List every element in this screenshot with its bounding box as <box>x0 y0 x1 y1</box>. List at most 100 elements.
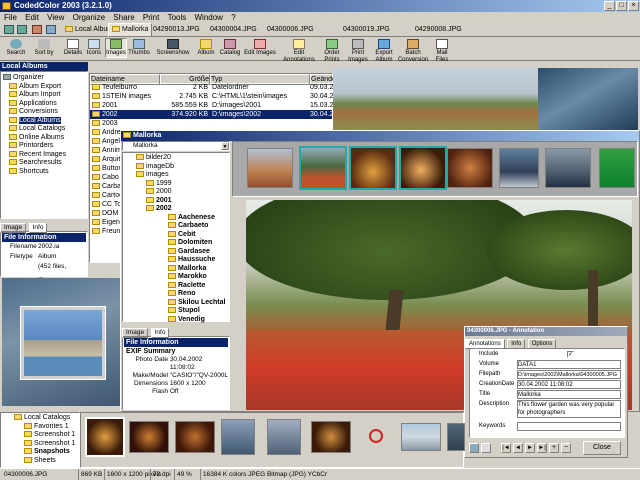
dialog-icon-1[interactable] <box>469 443 479 453</box>
menu-help[interactable]: ? <box>231 13 235 22</box>
preview-thumbnail[interactable] <box>20 306 106 380</box>
thumbnail[interactable] <box>349 146 397 190</box>
tree-item[interactable]: Marokko <box>124 273 228 282</box>
tree-item[interactable]: Album Import <box>3 91 85 100</box>
tree-item[interactable]: 2000 <box>124 188 228 197</box>
mail-files-button[interactable]: Mail Files <box>430 39 454 64</box>
last-record-icon[interactable]: ►| <box>537 443 547 453</box>
thumbnail[interactable] <box>175 421 215 453</box>
album-button[interactable]: Album <box>196 39 216 57</box>
add-record-icon[interactable]: + <box>549 443 559 453</box>
thumbnail[interactable] <box>221 419 255 455</box>
thumbnail[interactable] <box>85 417 125 457</box>
thumbnail[interactable] <box>267 419 301 455</box>
tree-item[interactable]: Gardasee <box>124 248 228 257</box>
next-record-icon[interactable]: ► <box>525 443 535 453</box>
nav-back-icon[interactable] <box>4 25 14 34</box>
close-dialog-button[interactable]: Close <box>583 441 621 455</box>
tree-item[interactable]: Venedig <box>124 316 228 325</box>
tree-item[interactable]: Carbaeto <box>124 222 228 231</box>
thumbnail[interactable] <box>129 421 169 453</box>
thumbnail[interactable] <box>599 148 635 188</box>
tree-item[interactable]: Recent Images <box>3 151 85 160</box>
thumbnail[interactable] <box>447 148 493 188</box>
tree-item[interactable]: Screenshot 1 <box>2 431 78 440</box>
tree-item[interactable]: Screenshot 1 <box>2 440 78 449</box>
tree-item[interactable]: Online Albums <box>3 134 85 143</box>
tree-item[interactable]: bilder20 <box>124 154 228 163</box>
tree-item[interactable]: 2001 <box>124 197 228 206</box>
description-field[interactable]: This flower garden was very popular for … <box>517 400 621 418</box>
catalog-button[interactable]: Catalog <box>218 39 242 57</box>
tree-item[interactable]: Shortcuts <box>3 168 85 177</box>
print-images-button[interactable]: Print Images <box>346 39 370 64</box>
prev-record-icon[interactable]: ◄ <box>513 443 523 453</box>
keywords-field[interactable] <box>517 422 621 431</box>
tree-item[interactable]: Haussuche <box>124 256 228 265</box>
thumbnail[interactable] <box>399 146 447 190</box>
tree-item[interactable]: Applications <box>3 100 85 109</box>
tab-info[interactable]: Info <box>28 223 48 233</box>
dialog-icon-2[interactable] <box>481 443 491 453</box>
menu-print[interactable]: Print <box>143 13 159 22</box>
file-row[interactable]: Teufelburro 2 KB Datelordner 09.03.2 <box>90 83 333 92</box>
file-row[interactable]: 1STEIN images 2.745 KB C:\HTML\1\stein\ima… <box>90 92 333 101</box>
tree-item[interactable]: Organizer <box>3 74 85 83</box>
tree-item-selected[interactable]: Local Albums <box>3 116 85 126</box>
delete-record-icon[interactable]: − <box>561 443 571 453</box>
tree-item[interactable]: Skilou Lechtal <box>124 299 228 308</box>
thumbnail[interactable] <box>311 421 351 453</box>
edit-annotations-button[interactable]: Edit Annotations <box>282 39 316 64</box>
close-button[interactable]: × <box>628 1 639 11</box>
include-checkbox[interactable]: ✓ <box>567 351 574 358</box>
edit-images-button[interactable]: Edit Images <box>244 39 276 57</box>
tree-item[interactable]: Reno <box>124 290 228 299</box>
thumbnail[interactable] <box>447 423 465 451</box>
menu-view[interactable]: View <box>47 13 64 22</box>
path-combo[interactable]: Mallorka ▼ <box>122 141 230 151</box>
menu-tools[interactable]: Tools <box>168 13 187 22</box>
tree-item[interactable]: Cebit <box>124 231 228 240</box>
tab-image-4[interactable]: 04300019.JPG <box>340 24 393 36</box>
thumbnail[interactable] <box>247 148 293 188</box>
title-field[interactable]: Mallorka <box>517 390 621 399</box>
tree-item[interactable]: Local Catalogs <box>3 125 85 134</box>
menu-file[interactable]: File <box>4 13 17 22</box>
tree-item[interactable]: imageDb <box>124 163 228 172</box>
nav-forward-icon[interactable] <box>17 25 27 34</box>
tree-item[interactable]: Raclette <box>124 282 228 291</box>
menu-share[interactable]: Share <box>113 13 134 22</box>
tree-item[interactable]: Dolomiten <box>124 239 228 248</box>
file-row[interactable]: 2001 585.559 KB D:\images\2001 15.03.2 <box>90 101 333 110</box>
minimize-button[interactable]: _ <box>604 1 615 11</box>
tree-item[interactable]: Aachenese <box>124 214 228 223</box>
tree-item[interactable]: Album Export <box>3 83 85 92</box>
thumbnail[interactable] <box>401 423 441 451</box>
tab-image-1[interactable]: 04290013.JPG <box>150 24 203 36</box>
maximize-button[interactable]: □ <box>616 1 627 11</box>
filepath-field[interactable]: D:\images\2002\Mallorka\04300005.JPG <box>517 370 621 379</box>
images-button[interactable]: Images <box>105 38 127 58</box>
tab-info[interactable]: Info <box>150 328 170 338</box>
menu-edit[interactable]: Edit <box>25 13 39 22</box>
tab-image-3[interactable]: 04300006.JPG <box>264 24 317 36</box>
tab-image-2[interactable]: 04300004.JPG <box>207 24 260 36</box>
batch-conversion-button[interactable]: Batch Conversion <box>396 39 430 64</box>
menu-organize[interactable]: Organize <box>73 13 105 22</box>
tab-image[interactable]: Image <box>0 223 27 233</box>
tree-item[interactable]: Sheets <box>2 457 78 466</box>
tree-item[interactable]: Stupol <box>124 307 228 316</box>
thumbnail[interactable] <box>299 146 347 190</box>
tree-item[interactable]: Printorders <box>3 142 85 151</box>
order-prints-button[interactable]: Order Prints <box>320 39 344 64</box>
tab-mallorka[interactable]: Mallorka <box>108 23 153 37</box>
tree-item[interactable]: Snapshots <box>2 448 78 457</box>
refresh-icon[interactable] <box>46 25 56 34</box>
icons-button[interactable]: Icons <box>84 39 104 57</box>
tree-item[interactable]: Searchresults <box>3 159 85 168</box>
tree-item[interactable]: 1999 <box>124 180 228 189</box>
tree-item[interactable]: 2002 <box>124 205 228 214</box>
creationdate-field[interactable]: 30.04.2002 11:08:02 <box>517 380 621 389</box>
screenshow-button[interactable]: Screenshow <box>156 39 190 57</box>
thumbs-button[interactable]: Thumbs <box>128 39 150 57</box>
